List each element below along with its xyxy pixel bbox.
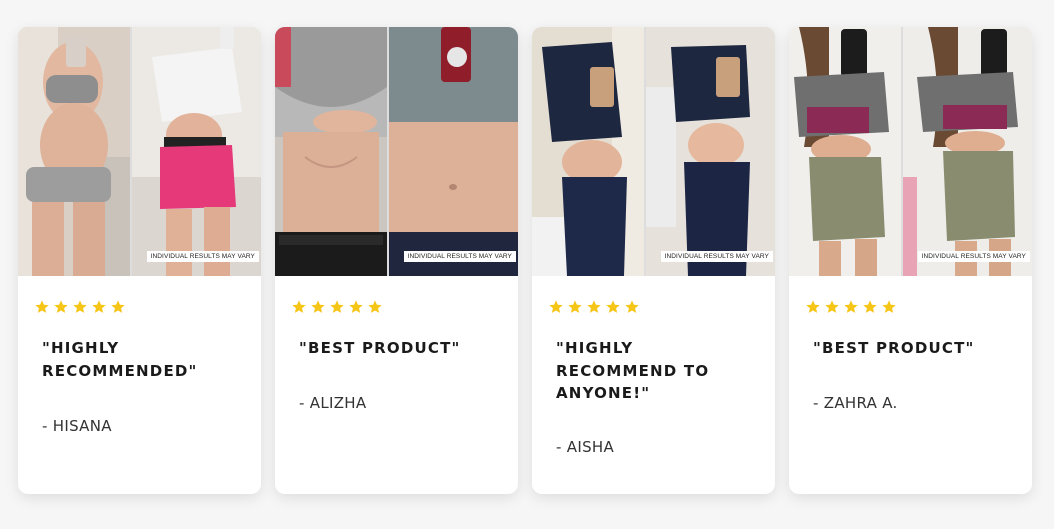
results-disclaimer: INDIVIDUAL RESULTS MAY VARY <box>403 251 516 262</box>
star-rating <box>805 299 897 315</box>
before-after-photos: INDIVIDUAL RESULTS MAY VARY <box>532 27 775 276</box>
star-icon <box>586 299 602 315</box>
testimonial-author: - ZAHRA A. <box>813 394 898 412</box>
star-icon <box>72 299 88 315</box>
star-icon <box>567 299 583 315</box>
after-photo <box>903 27 1032 276</box>
testimonial-quote: "BEST PRODUCT" <box>813 339 975 357</box>
before-photo <box>275 27 387 276</box>
testimonial-author: - ALIZHA <box>299 394 367 412</box>
star-icon <box>110 299 126 315</box>
star-icon <box>91 299 107 315</box>
star-icon <box>843 299 859 315</box>
star-icon <box>605 299 621 315</box>
before-after-photos: INDIVIDUAL RESULTS MAY VARY <box>789 27 1032 276</box>
testimonial-card: INDIVIDUAL RESULTS MAY VARY "HIGHLY RECO… <box>532 27 775 494</box>
before-photo <box>532 27 644 276</box>
star-icon <box>310 299 326 315</box>
after-photo <box>646 27 775 276</box>
star-icon <box>548 299 564 315</box>
after-photo <box>389 27 518 276</box>
star-icon <box>824 299 840 315</box>
before-after-photos: INDIVIDUAL RESULTS MAY VARY <box>275 27 518 276</box>
star-icon <box>624 299 640 315</box>
testimonial-quote: "BEST PRODUCT" <box>299 339 461 357</box>
results-disclaimer: INDIVIDUAL RESULTS MAY VARY <box>146 251 259 262</box>
star-icon <box>348 299 364 315</box>
after-photo <box>132 27 261 276</box>
star-icon <box>53 299 69 315</box>
before-photo <box>789 27 901 276</box>
star-icon <box>805 299 821 315</box>
results-disclaimer: INDIVIDUAL RESULTS MAY VARY <box>660 251 773 262</box>
testimonial-row: INDIVIDUAL RESULTS MAY VARY "HIGHLY RECO… <box>0 0 1054 529</box>
star-rating <box>548 299 640 315</box>
star-icon <box>862 299 878 315</box>
testimonial-card: INDIVIDUAL RESULTS MAY VARY "HIGHLY RECO… <box>18 27 261 494</box>
before-after-photos: INDIVIDUAL RESULTS MAY VARY <box>18 27 261 276</box>
star-rating <box>291 299 383 315</box>
testimonial-quote: "HIGHLY RECOMMENDED" <box>42 339 198 380</box>
testimonial-card: INDIVIDUAL RESULTS MAY VARY "BEST PRODUC… <box>789 27 1032 494</box>
star-rating <box>34 299 126 315</box>
star-icon <box>329 299 345 315</box>
star-icon <box>881 299 897 315</box>
before-photo <box>18 27 130 276</box>
star-icon <box>34 299 50 315</box>
testimonial-author: - AISHA <box>556 438 615 456</box>
testimonial-author: - HISANA <box>42 417 112 435</box>
star-icon <box>291 299 307 315</box>
testimonial-quote: "HIGHLY RECOMMEND TO ANYONE!" <box>556 339 710 402</box>
results-disclaimer: INDIVIDUAL RESULTS MAY VARY <box>917 251 1030 262</box>
star-icon <box>367 299 383 315</box>
testimonial-card: INDIVIDUAL RESULTS MAY VARY "BEST PRODUC… <box>275 27 518 494</box>
